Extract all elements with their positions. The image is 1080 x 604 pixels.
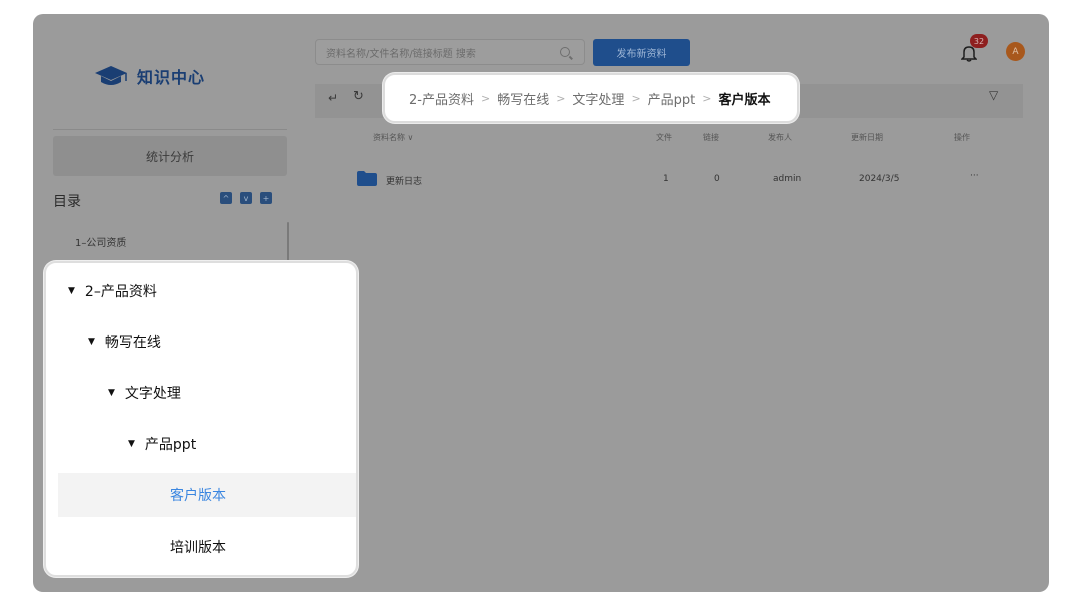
tree-item-company[interactable]: 1–公司资质 <box>75 234 126 249</box>
folder-icon <box>357 171 377 186</box>
breadcrumb-current: 客户版本 <box>718 92 771 108</box>
directory-tree: ▼ 2–产品资料 ▼ 畅写在线 ▼ 文字处理 ▼ 产品ppt 客户版本 培训版本 <box>44 261 358 577</box>
row-files: 1 <box>663 174 669 184</box>
tree-node-label: 2–产品资料 <box>84 284 157 300</box>
tree-node-word-processing[interactable]: ▼ 文字处理 <box>108 383 181 403</box>
search-placeholder: 资料名称/文件名称/链接标题 搜索 <box>326 48 476 60</box>
avatar[interactable]: A <box>1006 42 1025 61</box>
column-header-files: 文件 <box>656 133 672 142</box>
column-header-actions: 操作 <box>954 133 970 142</box>
tree-node-customer-version[interactable]: 客户版本 <box>170 485 226 505</box>
tree-node-product-materials[interactable]: ▼ 2–产品资料 <box>68 281 157 301</box>
caret-down-icon[interactable]: ▼ <box>68 286 75 296</box>
sidebar-scrollbar[interactable] <box>287 222 289 262</box>
search-input[interactable]: 资料名称/文件名称/链接标题 搜索 <box>315 39 585 65</box>
graduation-cap-icon <box>95 66 127 85</box>
chevron-right-icon: > <box>631 91 641 105</box>
breadcrumb-item-product-materials[interactable]: 2-产品资料 <box>409 89 474 108</box>
back-icon[interactable]: ↵ <box>328 91 338 105</box>
breadcrumb-item-word-processing[interactable]: 文字处理 <box>572 89 624 108</box>
row-name[interactable]: 更新日志 <box>386 174 422 187</box>
tree-node-label: 产品ppt <box>144 437 197 453</box>
breadcrumb: 2-产品资料 > 畅写在线 > 文字处理 > 产品ppt > 客户版本 <box>383 73 799 123</box>
search-icon[interactable] <box>560 47 570 57</box>
caret-down-icon[interactable]: ▼ <box>128 439 135 449</box>
breadcrumb-item-online-writer[interactable]: 畅写在线 <box>497 89 549 108</box>
column-header-updated: 更新日期 <box>851 133 883 142</box>
tree-node-product-ppt[interactable]: ▼ 产品ppt <box>128 434 196 454</box>
refresh-icon[interactable]: ↻ <box>353 89 364 104</box>
collapse-all-icon[interactable]: ^ <box>220 192 232 204</box>
logo: 知识中心 <box>93 64 205 88</box>
column-header-publisher: 发布人 <box>768 133 792 142</box>
notification-badge: 32 <box>970 34 988 48</box>
chevron-right-icon: > <box>556 91 566 105</box>
tree-node-training-version[interactable]: 培训版本 <box>170 537 226 557</box>
catalog-title: 目录 <box>53 194 81 210</box>
logo-text: 知识中心 <box>137 68 206 87</box>
chevron-right-icon: > <box>480 91 491 105</box>
chevron-right-icon: > <box>702 91 712 105</box>
row-publisher: admin <box>773 174 802 184</box>
expand-all-icon[interactable]: v <box>240 192 252 204</box>
breadcrumb-item-product-ppt[interactable]: 产品ppt <box>648 89 696 108</box>
column-header-name[interactable]: 资料名称 ∨ <box>373 132 413 143</box>
tree-tools: ^ v + <box>220 192 272 204</box>
publish-button[interactable]: 发布新资料 <box>593 39 690 66</box>
tree-node-online-writer[interactable]: ▼ 畅写在线 <box>88 332 161 352</box>
tree-node-label: 畅写在线 <box>104 335 161 351</box>
filter-icon[interactable]: ▽ <box>989 88 998 102</box>
caret-down-icon[interactable]: ▼ <box>108 388 115 398</box>
table-area <box>315 118 1023 588</box>
caret-down-icon[interactable]: ▼ <box>88 337 95 347</box>
sidebar-divider <box>53 129 287 130</box>
row-links: 0 <box>714 174 720 184</box>
row-updated: 2024/3/5 <box>859 174 900 184</box>
tree-node-label: 文字处理 <box>124 386 181 402</box>
row-actions-more-icon[interactable]: ··· <box>970 171 979 181</box>
stats-analysis-button[interactable]: 统计分析 <box>53 136 287 176</box>
column-header-links: 链接 <box>703 133 719 142</box>
add-folder-icon[interactable]: + <box>260 192 272 204</box>
